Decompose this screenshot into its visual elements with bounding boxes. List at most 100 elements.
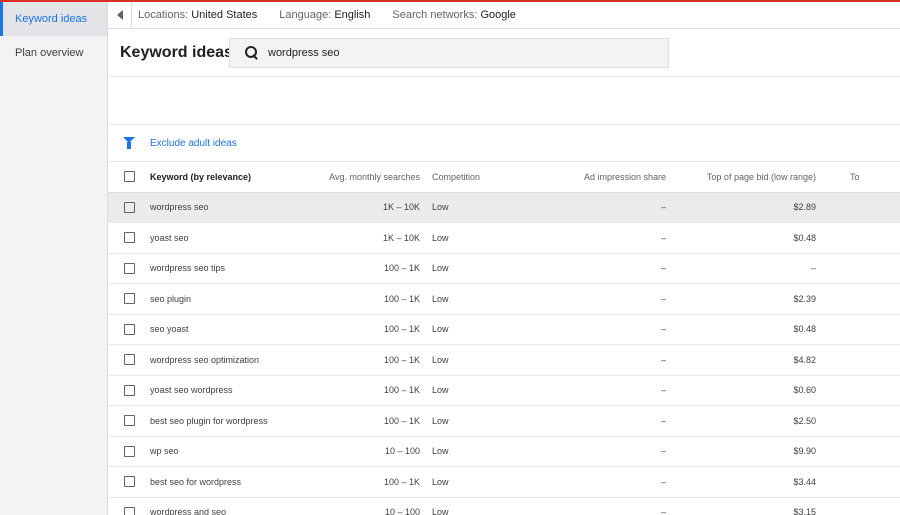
table-row[interactable]: seo yoast 100 – 1K Low – $0.48 [108,314,900,345]
table-row[interactable]: wordpress seo optimization 100 – 1K Low – $4… [108,344,900,376]
row-checkbox[interactable] [123,354,135,366]
row-checkbox[interactable] [123,384,135,396]
avg-monthly-searches-cell: 10 – 100 [300,497,428,515]
select-all-checkbox[interactable] [123,171,135,183]
content-spacer [108,77,900,125]
avg-monthly-searches-cell: 100 – 1K [300,375,428,406]
row-checkbox[interactable] [123,293,135,305]
exclude-adult-ideas-link[interactable]: Exclude adult ideas [150,138,237,149]
row-select-cell [108,375,150,406]
table-row[interactable]: best seo for wordpress 100 – 1K Low – $3.44 [108,466,900,498]
row-select-cell [108,497,150,515]
table-row[interactable]: yoast seo 1K – 10K Low – $0.48 [108,222,900,254]
language-value: English [334,9,371,21]
language-label: Language: [279,9,332,21]
competition-cell: Low [428,405,548,437]
main-panel: Locations: United States Language: Engli… [108,1,900,515]
column-header-top-bid-low[interactable]: Top of page bid (low range) [674,162,818,193]
keyword-cell: wordpress seo tips [150,253,300,284]
ad-impression-share-cell: – [548,436,674,467]
keyword-cell: wordpress and seo [150,497,300,515]
top-bid-low-cell: $3.44 [674,466,818,498]
keyword-search-input[interactable] [268,46,648,59]
truncated-cell [818,375,900,406]
row-select-cell [108,253,150,284]
column-header-keyword[interactable]: Keyword (by relevance) [150,162,300,193]
column-header-ad-impression-share[interactable]: Ad impression share [548,162,674,193]
filter-bar: Exclude adult ideas [108,125,900,162]
top-bid-low-cell: $2.50 [674,405,818,437]
row-select-cell [108,314,150,345]
ad-impression-share-cell: – [548,253,674,284]
avg-monthly-searches-cell: 100 – 1K [300,314,428,345]
row-checkbox[interactable] [123,445,135,457]
sidebar-item-keyword-ideas[interactable]: Keyword ideas [0,2,107,36]
row-select-cell [108,466,150,498]
targeting-bar: Locations: United States Language: Engli… [108,1,900,29]
table-row[interactable]: wordpress seo tips 100 – 1K Low – – [108,253,900,284]
truncated-cell [818,283,900,315]
top-bid-low-cell: $0.48 [674,222,818,254]
sidebar: Keyword ideas Plan overview [0,2,108,515]
table-row[interactable]: wp seo 10 – 100 Low – $9.90 [108,436,900,467]
competition-cell: Low [428,314,548,345]
competition-cell: Low [428,375,548,406]
truncated-cell [818,466,900,498]
row-checkbox[interactable] [123,232,135,244]
ad-impression-share-cell: – [548,283,674,315]
keyword-search-box[interactable] [229,37,669,68]
ad-impression-share-cell: – [548,314,674,345]
column-header-competition[interactable]: Competition [428,162,548,193]
keyword-cell: seo yoast [150,314,300,345]
column-header-truncated[interactable]: To [818,162,900,193]
top-bid-low-cell: $4.82 [674,344,818,376]
language-setting[interactable]: Language: English [279,9,370,21]
row-checkbox[interactable] [123,506,135,515]
keyword-cell: wordpress seo [150,192,300,223]
row-select-cell [108,436,150,467]
row-checkbox[interactable] [123,201,135,213]
filter-icon[interactable] [123,137,135,149]
column-header-avg-monthly-searches[interactable]: Avg. monthly searches [300,162,428,193]
row-checkbox[interactable] [123,262,135,274]
competition-cell: Low [428,466,548,498]
row-checkbox[interactable] [123,476,135,488]
competition-cell: Low [428,344,548,376]
avg-monthly-searches-cell: 1K – 10K [300,192,428,223]
competition-cell: Low [428,436,548,467]
row-select-cell [108,222,150,254]
locations-value: United States [191,9,258,21]
table-row[interactable]: seo plugin 100 – 1K Low – $2.39 [108,283,900,315]
truncated-cell [818,436,900,467]
truncated-cell [818,405,900,437]
table-row[interactable]: best seo plugin for wordpress 100 – 1K Low… [108,405,900,437]
table-row[interactable]: wordpress and seo 10 – 100 Low – $3.15 [108,497,900,515]
ad-impression-share-cell: – [548,497,674,515]
keyword-cell: yoast seo [150,222,300,254]
row-select-cell [108,344,150,376]
search-networks-setting[interactable]: Search networks: Google [392,9,516,21]
ad-impression-share-cell: – [548,375,674,406]
table-row[interactable]: wordpress seo 1K – 10K Low – $2.89 [108,192,900,223]
search-networks-label: Search networks: [392,9,478,21]
competition-cell: Low [428,253,548,284]
collapse-sidebar-button[interactable] [108,1,132,29]
truncated-cell [818,344,900,376]
page-header: Keyword ideas [108,29,900,77]
competition-cell: Low [428,497,548,515]
locations-setting[interactable]: Locations: United States [138,9,257,21]
ad-impression-share-cell: – [548,222,674,254]
top-bid-low-cell: $9.90 [674,436,818,467]
row-checkbox[interactable] [123,323,135,335]
competition-cell: Low [428,283,548,315]
truncated-cell [818,253,900,284]
sidebar-item-plan-overview[interactable]: Plan overview [0,36,107,70]
row-checkbox[interactable] [123,415,135,427]
search-networks-value: Google [480,9,516,21]
avg-monthly-searches-cell: 1K – 10K [300,222,428,254]
select-all-cell [108,162,150,193]
top-bid-low-cell: $3.15 [674,497,818,515]
competition-cell: Low [428,222,548,254]
table-row[interactable]: yoast seo wordpress 100 – 1K Low – $0.60 [108,375,900,406]
ad-impression-share-cell: – [548,405,674,437]
